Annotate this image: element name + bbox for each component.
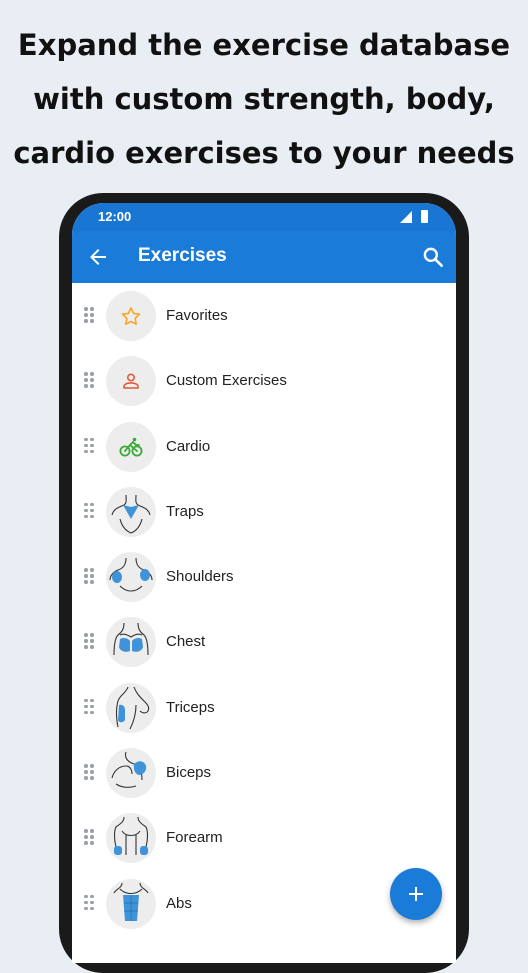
list-item[interactable]: Chest <box>72 609 456 674</box>
headline-line-3: cardio exercises to your needs <box>13 136 515 170</box>
phone-screen: 12:00 Exercises Favorites Custom Exercis… <box>72 203 456 963</box>
drag-handle-icon[interactable] <box>84 502 94 521</box>
search-icon[interactable] <box>420 244 446 270</box>
add-exercise-button[interactable] <box>390 868 442 920</box>
list-item-label: Traps <box>166 502 204 520</box>
abs-muscle-icon <box>106 878 156 929</box>
traps-muscle-icon <box>106 486 156 537</box>
drag-handle-icon[interactable] <box>84 698 94 717</box>
app-bar: Exercises <box>72 231 456 283</box>
promo-headline: Expand the exercise database with custom… <box>0 18 528 180</box>
exercise-category-list: Favorites Custom Exercises Cardio Traps <box>72 283 456 936</box>
triceps-muscle-icon <box>106 682 156 733</box>
drag-handle-icon[interactable] <box>84 894 94 913</box>
signal-icon <box>400 211 412 223</box>
drag-handle-icon[interactable] <box>84 307 94 325</box>
forearm-muscle-icon <box>106 813 156 864</box>
person-icon <box>106 356 156 407</box>
list-item-label: Custom Exercises <box>166 372 287 390</box>
list-item-label: Triceps <box>166 698 215 716</box>
list-item-label: Forearm <box>166 829 223 847</box>
drag-handle-icon[interactable] <box>84 372 94 390</box>
plus-icon <box>409 887 423 901</box>
shoulders-muscle-icon <box>106 552 156 603</box>
list-item[interactable]: Forearm <box>72 805 456 870</box>
list-item[interactable]: Triceps <box>72 675 456 740</box>
list-item-label: Biceps <box>166 764 212 782</box>
biceps-muscle-icon <box>106 748 156 799</box>
drag-handle-icon[interactable] <box>84 764 94 782</box>
list-item[interactable]: Cardio <box>72 414 456 479</box>
list-item-label: Chest <box>166 633 206 651</box>
list-item[interactable]: Shoulders <box>72 544 456 609</box>
drag-handle-icon[interactable] <box>84 633 94 651</box>
status-time: 12:00 <box>98 209 132 224</box>
drag-handle-icon[interactable] <box>84 437 94 456</box>
battery-icon <box>421 210 428 223</box>
list-item-label: Abs <box>166 894 192 912</box>
list-item-label: Shoulders <box>166 568 234 586</box>
page-title: Exercises <box>138 245 227 266</box>
list-item-label: Favorites <box>166 307 228 324</box>
list-item[interactable]: Traps <box>72 479 456 544</box>
bicycle-icon <box>106 421 156 472</box>
list-item[interactable]: Custom Exercises <box>72 348 456 413</box>
chest-muscle-icon <box>106 617 156 668</box>
drag-handle-icon[interactable] <box>84 829 94 847</box>
status-bar: 12:00 <box>72 203 456 231</box>
list-item[interactable]: Favorites <box>72 283 456 348</box>
back-arrow-icon[interactable] <box>86 245 110 269</box>
list-item[interactable]: Biceps <box>72 740 456 805</box>
star-icon <box>106 291 156 341</box>
headline-line-2: with custom strength, body, <box>33 82 495 116</box>
list-item-label: Cardio <box>166 437 211 455</box>
headline-line-1: Expand the exercise database <box>17 28 511 62</box>
drag-handle-icon[interactable] <box>84 568 94 586</box>
